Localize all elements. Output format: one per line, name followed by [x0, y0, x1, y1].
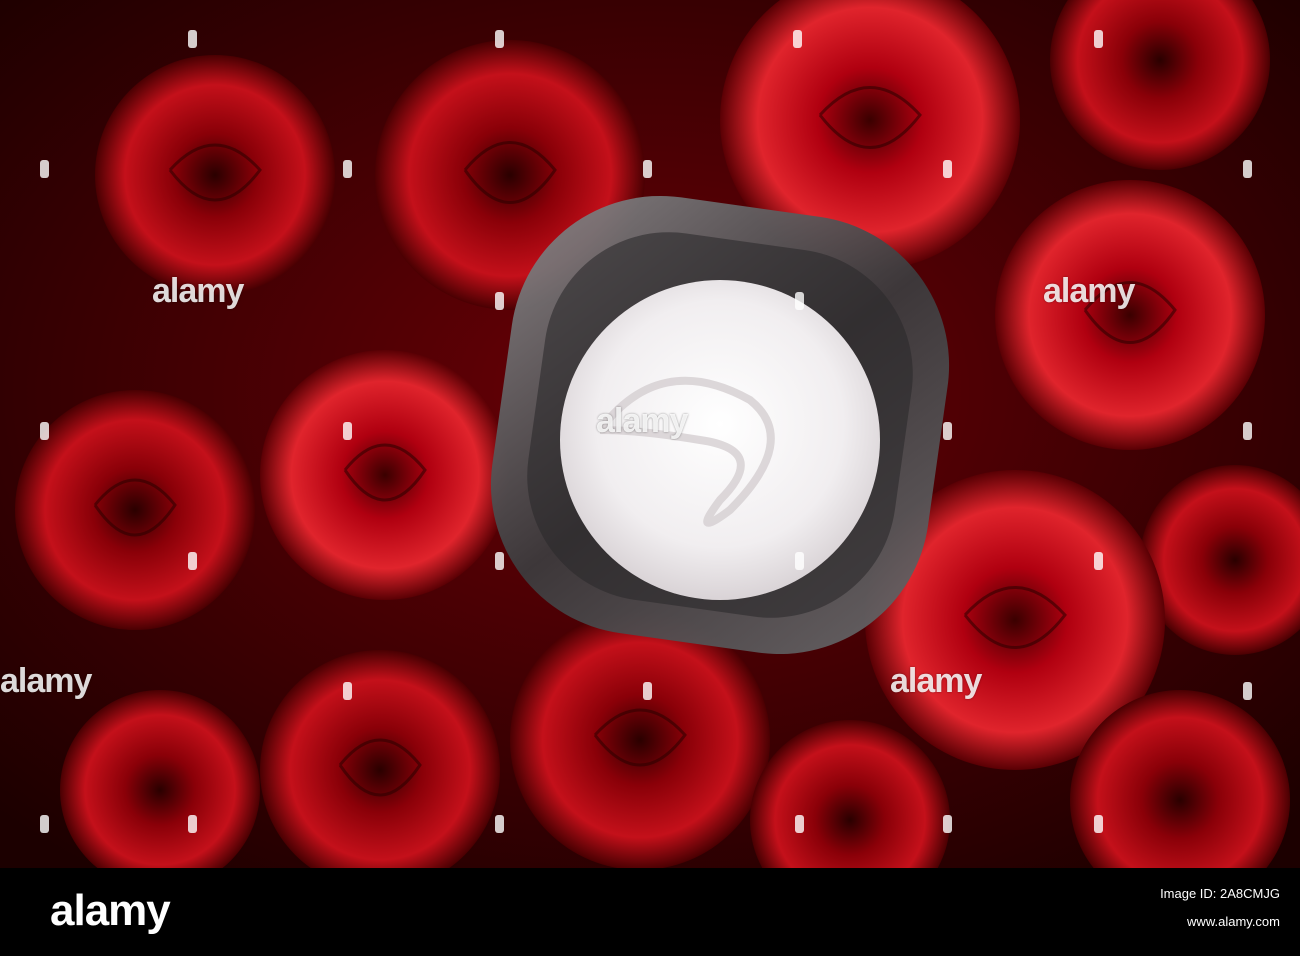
watermark-text: alamy: [596, 402, 688, 440]
watermark-mark: [1243, 160, 1252, 178]
watermark-mark: [1094, 815, 1103, 833]
watermark-mark: [188, 815, 197, 833]
rose: [95, 55, 335, 295]
site-link[interactable]: www.alamy.com: [1160, 908, 1280, 936]
watermark-mark: [795, 552, 804, 570]
watermark-text: alamy: [1043, 272, 1135, 310]
watermark-mark: [1094, 30, 1103, 48]
watermark-mark: [795, 292, 804, 310]
watermark-mark: [643, 160, 652, 178]
watermark-mark: [1243, 422, 1252, 440]
watermark-mark: [495, 815, 504, 833]
watermark-mark: [943, 160, 952, 178]
watermark-text: alamy: [890, 662, 982, 700]
rose: [995, 180, 1265, 450]
image-meta: Image ID: 2A8CMJG www.alamy.com: [1160, 880, 1280, 936]
watermark-mark: [795, 815, 804, 833]
footer-bar: alamy Image ID: 2A8CMJG www.alamy.com: [0, 868, 1300, 956]
watermark-mark: [40, 815, 49, 833]
watermark-mark: [495, 30, 504, 48]
alamy-logo[interactable]: alamy: [50, 886, 171, 936]
watermark-mark: [40, 160, 49, 178]
rose: [15, 390, 255, 630]
watermark-mark: [643, 682, 652, 700]
watermark-mark: [943, 422, 952, 440]
watermark-mark: [343, 422, 352, 440]
watermark-mark: [495, 292, 504, 310]
watermark-mark: [343, 682, 352, 700]
watermark-text: alamy: [152, 272, 244, 310]
rose: [260, 350, 510, 600]
image-id: Image ID: 2A8CMJG: [1160, 886, 1280, 901]
watermark-text: alamy: [0, 662, 92, 700]
watermark-mark: [188, 30, 197, 48]
watermark-mark: [343, 160, 352, 178]
watermark-mark: [943, 815, 952, 833]
watermark-mark: [793, 30, 802, 48]
cream-jar: [490, 195, 950, 655]
stock-photo: alamy alamy alamy alamy alamy: [0, 0, 1300, 868]
watermark-mark: [40, 422, 49, 440]
watermark-mark: [1094, 552, 1103, 570]
watermark-mark: [188, 552, 197, 570]
watermark-mark: [1243, 682, 1252, 700]
watermark-mark: [495, 552, 504, 570]
